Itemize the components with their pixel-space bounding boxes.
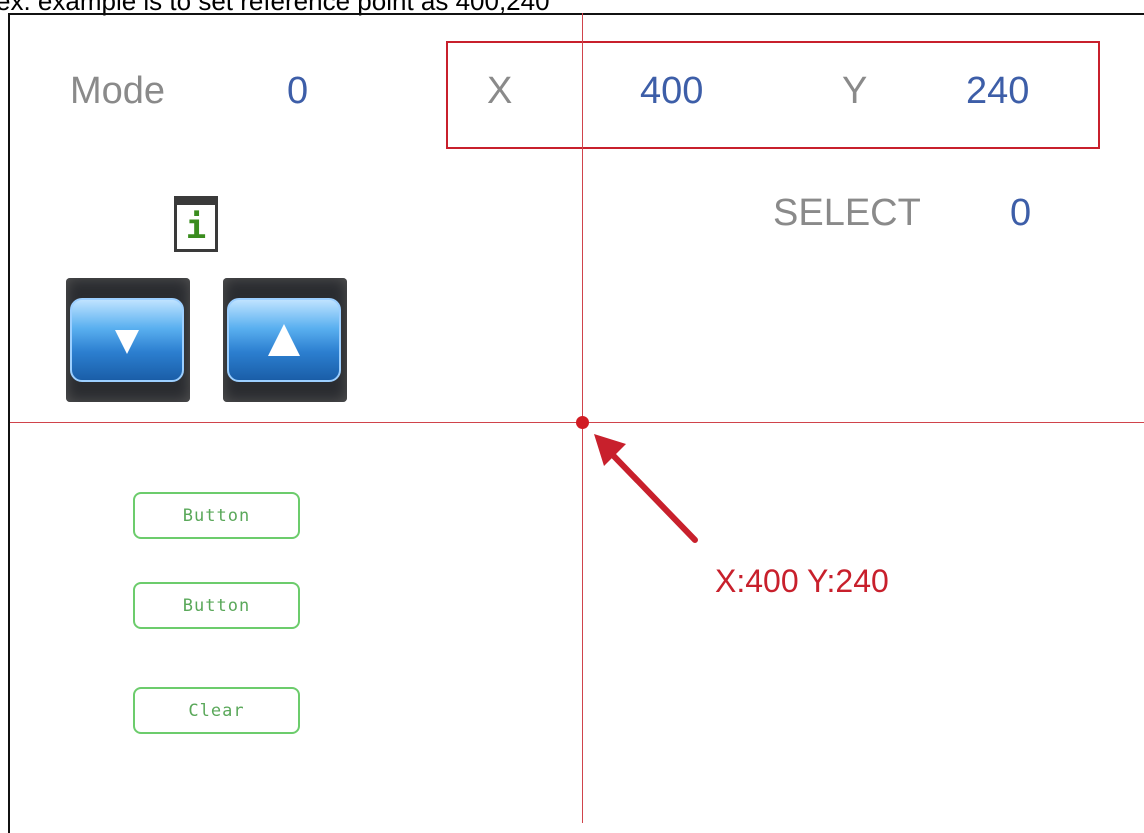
reference-point-dot — [576, 416, 589, 429]
annotation-text: X:400 Y:240 — [715, 563, 889, 599]
info-icon-glyph: i — [185, 207, 207, 247]
button-2[interactable]: Button — [133, 582, 300, 629]
mode-value: 0 — [287, 70, 309, 112]
up-arrow-icon — [268, 324, 300, 356]
x-value: 400 — [640, 70, 704, 112]
up-button[interactable] — [227, 298, 341, 382]
clear-button[interactable]: Clear — [133, 687, 300, 734]
select-value: 0 — [1010, 192, 1032, 234]
y-label: Y — [842, 70, 868, 112]
mode-label: Mode — [70, 70, 166, 112]
select-label: SELECT — [773, 192, 921, 234]
up-button-frame — [223, 278, 347, 402]
down-button-frame — [66, 278, 190, 402]
annotation-arrow-icon — [594, 434, 698, 543]
info-icon[interactable]: i — [174, 196, 218, 252]
down-button[interactable] — [70, 298, 184, 382]
x-label: X — [487, 70, 513, 112]
y-value: 240 — [966, 70, 1030, 112]
down-arrow-icon — [115, 330, 139, 354]
button-1[interactable]: Button — [133, 492, 300, 539]
